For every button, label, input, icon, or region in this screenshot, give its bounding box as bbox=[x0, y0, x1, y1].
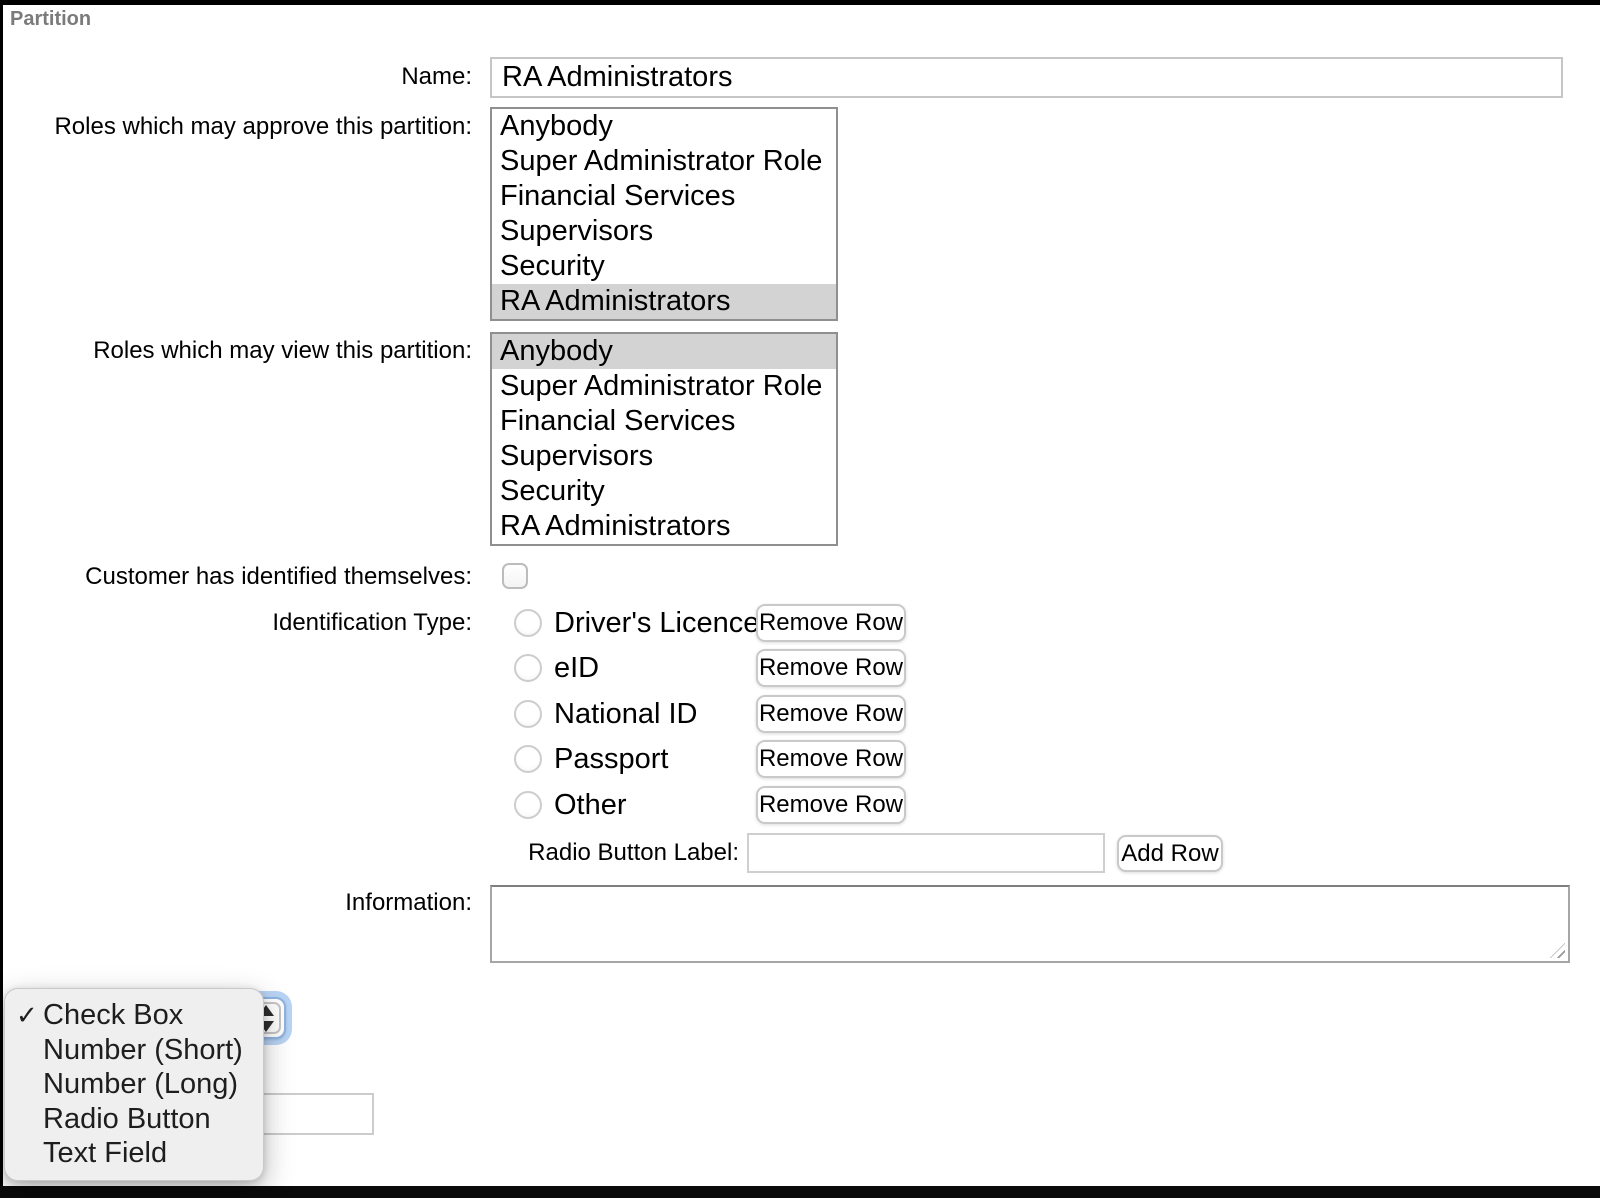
view-option[interactable]: RA Administrators bbox=[492, 509, 836, 544]
menu-item-text-field[interactable]: Text Field bbox=[5, 1136, 263, 1171]
approve-option[interactable]: Super Administrator Role bbox=[492, 144, 836, 179]
menu-item-number-short[interactable]: Number (Short) bbox=[5, 1033, 263, 1068]
identification-row: Passport Remove Row bbox=[514, 739, 1214, 779]
identification-option-label: Driver's Licence bbox=[554, 603, 759, 643]
partition-form-page: Partition Name: Roles which may approve … bbox=[0, 0, 1600, 1198]
approve-option[interactable]: Security bbox=[492, 249, 836, 284]
approve-roles-listbox[interactable]: Anybody Super Administrator Role Financi… bbox=[490, 107, 838, 321]
page-bottom-border bbox=[0, 1186, 1600, 1198]
approve-option-selected[interactable]: RA Administrators bbox=[492, 284, 836, 319]
radio-button-icon[interactable] bbox=[514, 654, 542, 682]
menu-item-check-box[interactable]: ✓ Check Box bbox=[5, 998, 263, 1033]
menu-item-label: Number (Short) bbox=[43, 1034, 243, 1066]
menu-item-number-long[interactable]: Number (Long) bbox=[5, 1067, 263, 1102]
remove-row-button[interactable]: Remove Row bbox=[756, 649, 906, 687]
information-textarea[interactable] bbox=[490, 885, 1570, 963]
identification-option-label: National ID bbox=[554, 694, 697, 734]
approve-roles-label: Roles which may approve this partition: bbox=[0, 110, 472, 144]
remove-row-button[interactable]: Remove Row bbox=[756, 740, 906, 778]
view-option[interactable]: Supervisors bbox=[492, 439, 836, 474]
section-title: Partition bbox=[10, 8, 91, 31]
customer-identified-label: Customer has identified themselves: bbox=[0, 560, 472, 594]
radio-button-icon[interactable] bbox=[514, 609, 542, 637]
view-option[interactable]: Super Administrator Role bbox=[492, 369, 836, 404]
approve-option[interactable]: Anybody bbox=[492, 109, 836, 144]
menu-item-label: Text Field bbox=[43, 1137, 167, 1169]
menu-item-label: Check Box bbox=[43, 999, 183, 1031]
field-type-dropdown-menu: ✓ Check Box Number (Short) Number (Long)… bbox=[4, 988, 264, 1181]
menu-item-radio-button[interactable]: Radio Button bbox=[5, 1102, 263, 1137]
name-label: Name: bbox=[0, 57, 472, 97]
remove-row-button[interactable]: Remove Row bbox=[756, 786, 906, 824]
resize-handle-icon[interactable] bbox=[1550, 943, 1565, 958]
view-option[interactable]: Security bbox=[492, 474, 836, 509]
remove-row-button[interactable]: Remove Row bbox=[756, 604, 906, 642]
view-option-selected[interactable]: Anybody bbox=[492, 334, 836, 369]
approve-option[interactable]: Financial Services bbox=[492, 179, 836, 214]
view-roles-listbox[interactable]: Anybody Super Administrator Role Financi… bbox=[490, 332, 838, 546]
identification-option-label: Passport bbox=[554, 739, 668, 779]
radio-button-label-input[interactable] bbox=[747, 833, 1105, 873]
information-label: Information: bbox=[0, 886, 472, 920]
menu-item-label: Radio Button bbox=[43, 1103, 211, 1135]
approve-option[interactable]: Supervisors bbox=[492, 214, 836, 249]
radio-button-icon[interactable] bbox=[514, 791, 542, 819]
remove-row-button[interactable]: Remove Row bbox=[756, 695, 906, 733]
identification-row: Other Remove Row bbox=[514, 785, 1214, 825]
identification-option-label: Other bbox=[554, 785, 627, 825]
identification-option-label: eID bbox=[554, 648, 599, 688]
view-roles-label: Roles which may view this partition: bbox=[0, 334, 472, 368]
add-row-button[interactable]: Add Row bbox=[1117, 835, 1223, 872]
customer-identified-checkbox[interactable] bbox=[502, 563, 528, 589]
page-top-border bbox=[0, 0, 1600, 5]
name-input[interactable] bbox=[490, 57, 1563, 98]
menu-item-label: Number (Long) bbox=[43, 1068, 238, 1100]
identification-row: Driver's Licence Remove Row bbox=[514, 603, 1214, 643]
identification-type-label: Identification Type: bbox=[0, 603, 472, 643]
radio-button-label-label: Radio Button Label: bbox=[0, 833, 739, 873]
view-option[interactable]: Financial Services bbox=[492, 404, 836, 439]
identification-row: National ID Remove Row bbox=[514, 694, 1214, 734]
radio-button-icon[interactable] bbox=[514, 745, 542, 773]
identification-row: eID Remove Row bbox=[514, 648, 1214, 688]
radio-button-icon[interactable] bbox=[514, 700, 542, 728]
checkmark-icon: ✓ bbox=[16, 998, 42, 1033]
